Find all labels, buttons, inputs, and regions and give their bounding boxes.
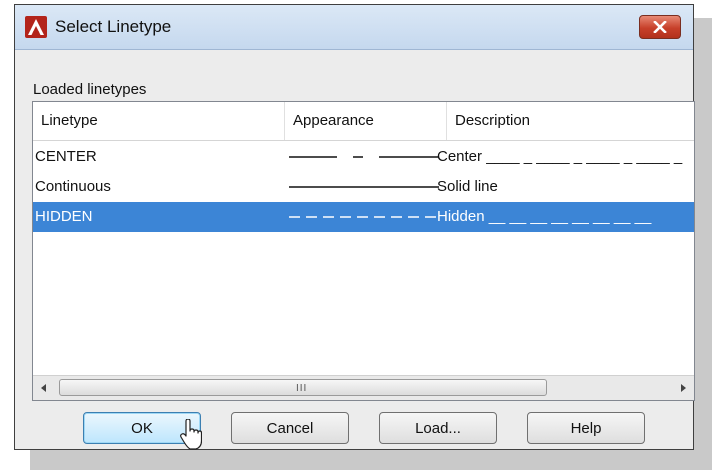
horizontal-scrollbar[interactable]: III — [33, 375, 694, 400]
linetype-name: HIDDEN — [35, 208, 93, 225]
column-header-linetype[interactable]: Linetype — [33, 102, 285, 140]
linetype-name: Continuous — [35, 178, 111, 195]
linetype-list[interactable]: Linetype Appearance Description CENTER C… — [32, 101, 695, 401]
scroll-left-icon — [41, 384, 46, 392]
hand-pointer-cursor-icon — [180, 419, 202, 450]
list-header: Linetype Appearance Description — [33, 102, 694, 141]
scrollbar-thumb[interactable]: III — [59, 379, 547, 396]
title-bar: Select Linetype — [15, 5, 693, 50]
dialog-title: Select Linetype — [55, 17, 172, 36]
load-button[interactable]: Load... — [379, 412, 497, 444]
scroll-right-button[interactable] — [672, 376, 694, 400]
scroll-right-icon — [681, 384, 686, 392]
linetype-appearance-hidden — [289, 216, 439, 218]
linetype-description: Solid line — [437, 178, 498, 195]
column-header-appearance[interactable]: Appearance — [285, 102, 447, 140]
select-linetype-dialog: Select Linetype Loaded linetypes Linetyp… — [14, 4, 695, 450]
linetype-row-hidden[interactable]: HIDDEN Hidden __ __ __ __ __ __ __ __ — [33, 202, 694, 232]
linetype-description: Hidden __ __ __ __ __ __ __ __ — [437, 208, 652, 225]
close-icon — [653, 21, 667, 33]
linetype-appearance-center — [289, 156, 439, 158]
close-button[interactable] — [639, 15, 681, 39]
linetype-description: Center ____ _ ____ _ ____ _ ____ _ — [437, 148, 683, 165]
linetype-appearance-continuous — [289, 186, 439, 188]
linetype-name: CENTER — [35, 148, 97, 165]
column-header-description[interactable]: Description — [447, 102, 694, 140]
scroll-left-button[interactable] — [33, 376, 55, 400]
autocad-app-icon — [25, 16, 47, 38]
linetype-row-continuous[interactable]: Continuous Solid line — [33, 172, 694, 202]
cancel-button[interactable]: Cancel — [231, 412, 349, 444]
scrollbar-grip: III — [296, 383, 308, 394]
linetype-row-center[interactable]: CENTER Center ____ _ ____ _ ____ _ ____ … — [33, 142, 694, 172]
loaded-linetypes-label: Loaded linetypes — [33, 81, 147, 98]
help-button[interactable]: Help — [527, 412, 645, 444]
